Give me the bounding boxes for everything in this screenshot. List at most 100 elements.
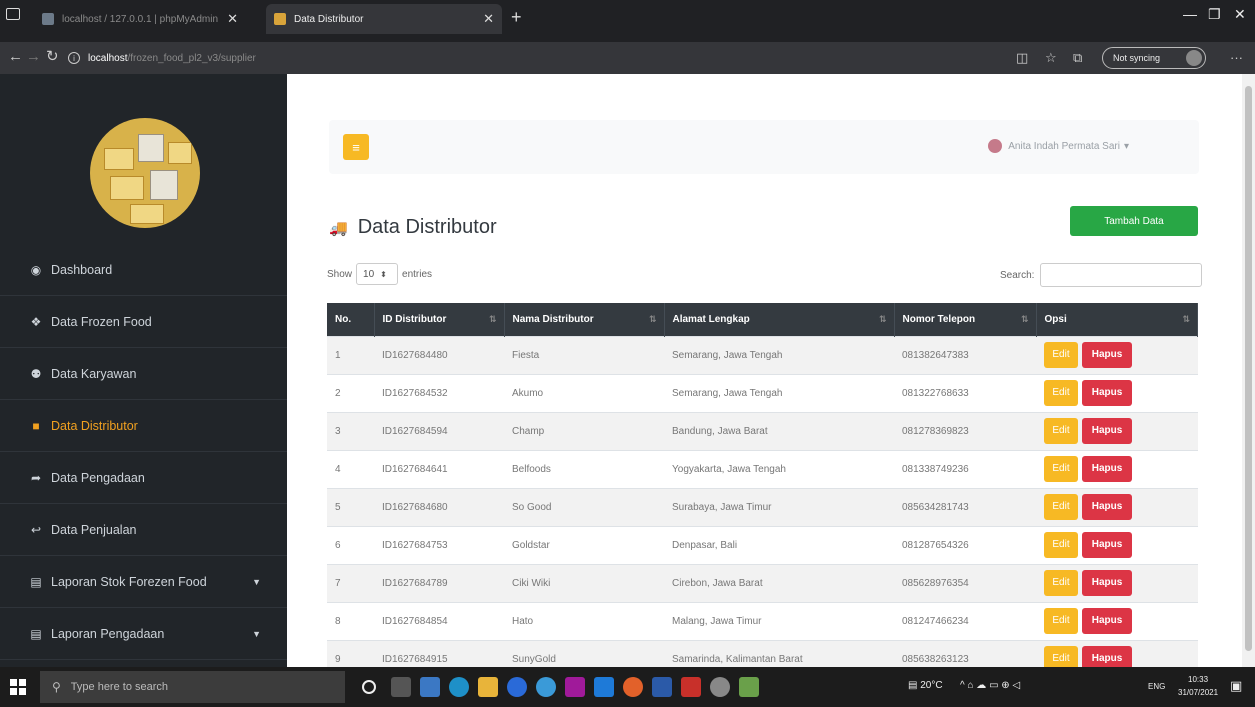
browser-tab-phpmyadmin[interactable]: localhost / 127.0.0.1 | phpMyAdmin ✕ [34, 6, 246, 32]
vscode-icon[interactable] [594, 677, 614, 697]
powerpoint-icon[interactable] [681, 677, 701, 697]
notification-icon[interactable]: ▣ [1230, 678, 1242, 694]
search-input[interactable] [1040, 263, 1203, 287]
delete-button[interactable]: Hapus [1082, 380, 1132, 406]
xampp-icon[interactable] [565, 677, 585, 697]
minimize-icon[interactable]: — [1183, 6, 1197, 22]
browser-icon[interactable] [507, 677, 527, 697]
column-header-telepon[interactable]: Nomor Telepon ⇅ [894, 303, 1037, 336]
url-field[interactable]: i localhost /frozen_food_pl2_v3/supplier [68, 48, 948, 68]
taskbar-clock[interactable]: 10:33 31/07/2021 [1178, 673, 1218, 699]
close-tab-icon[interactable]: ✕ [483, 11, 494, 27]
delete-button[interactable]: Hapus [1082, 532, 1132, 558]
reply-icon: ↩ [30, 522, 42, 537]
edit-button[interactable]: Edit [1044, 456, 1078, 482]
edge-icon[interactable] [449, 677, 469, 697]
cubes-icon: ❖ [30, 314, 42, 329]
delete-button[interactable]: Hapus [1082, 570, 1132, 596]
column-header-no[interactable]: No. [327, 303, 375, 336]
edit-button[interactable]: Edit [1044, 494, 1078, 520]
app-icon[interactable] [420, 677, 440, 697]
table-cell: ID1627684594 [374, 411, 504, 450]
edit-button[interactable]: Edit [1044, 380, 1078, 406]
column-header-alamat[interactable]: Alamat Lengkap ⇅ [664, 303, 895, 336]
settings-icon[interactable] [710, 677, 730, 697]
firefox-icon[interactable] [623, 677, 643, 697]
sidebar-item-data-distributor[interactable]: ■ Data Distributor [0, 400, 287, 452]
edit-button[interactable]: Edit [1044, 570, 1078, 596]
delete-button[interactable]: Hapus [1082, 456, 1132, 482]
forward-icon[interactable]: → [26, 49, 41, 65]
edit-button[interactable]: Edit [1044, 342, 1078, 368]
weather-widget[interactable]: ▤ 20°C [908, 680, 943, 691]
sidebar-item-data-karyawan[interactable]: ⚉ Data Karyawan [0, 348, 287, 400]
edit-button[interactable]: Edit [1044, 646, 1078, 667]
sidebar-item-laporan-pengadaan[interactable]: ▤ Laporan Pengadaan ▼ [0, 608, 287, 660]
column-header-id[interactable]: ID Distributor ⇅ [374, 303, 505, 336]
edit-button[interactable]: Edit [1044, 532, 1078, 558]
phpmyadmin-favicon-icon [42, 13, 54, 25]
task-view-icon[interactable] [391, 677, 411, 697]
delete-button[interactable]: Hapus [1082, 608, 1132, 634]
page-scrollbar[interactable] [1242, 74, 1255, 667]
table-cell: 085634281743 [894, 487, 1036, 526]
add-data-button[interactable]: Tambah Data [1070, 206, 1198, 236]
site-info-icon[interactable]: i [68, 52, 80, 64]
taskbar-search-box[interactable]: ⚲ Type here to search [40, 671, 345, 703]
tab-actions-icon[interactable] [6, 8, 20, 20]
maximize-icon[interactable]: ❐ [1208, 6, 1221, 23]
column-header-nama[interactable]: Nama Distributor ⇅ [504, 303, 665, 336]
edit-button[interactable]: Edit [1044, 418, 1078, 444]
cortana-icon[interactable] [362, 680, 376, 694]
file-explorer-icon[interactable] [478, 677, 498, 697]
read-aloud-icon[interactable]: ◫ [1016, 50, 1028, 66]
word-icon[interactable] [652, 677, 672, 697]
sidebar-item-label: Dashboard [51, 262, 113, 277]
delete-button[interactable]: Hapus [1082, 418, 1132, 444]
close-tab-icon[interactable]: ✕ [227, 11, 238, 27]
entries-value: 10 [363, 268, 375, 280]
profile-sync-button[interactable]: Not syncing [1102, 47, 1206, 69]
system-tray-icons[interactable]: ^ ⌂ ☁ ▭ ⊕ ◁ [960, 680, 1020, 691]
browser-tab-data-distributor[interactable]: Data Distributor ✕ [266, 4, 502, 34]
table-row: 8 ID1627684854 Hato Malang, Jawa Timur 08124… [327, 601, 1198, 640]
back-icon[interactable]: ← [8, 49, 23, 65]
more-options-icon[interactable]: ··· [1230, 50, 1243, 65]
scrollbar-thumb[interactable] [1245, 86, 1252, 651]
user-menu[interactable]: Anita Indah Permata Sari ▾ [988, 139, 1129, 153]
sidebar-item-data-frozen-food[interactable]: ❖ Data Frozen Food [0, 296, 287, 348]
brand-logo [90, 118, 200, 228]
entries-select[interactable]: 10 ⬍ [356, 263, 399, 285]
entries-label: entries [402, 268, 433, 280]
sidebar-toggle-button[interactable]: ≡ [343, 134, 369, 160]
file-icon: ▤ [30, 626, 42, 641]
tachometer-icon: ◉ [30, 262, 42, 277]
refresh-icon[interactable]: ↻ [46, 49, 59, 65]
site-favicon-icon [274, 13, 286, 25]
new-tab-icon[interactable]: + [511, 8, 522, 26]
sidebar-item-data-pengadaan[interactable]: ➦ Data Pengadaan [0, 452, 287, 504]
column-header-opsi[interactable]: Opsi ⇅ [1036, 303, 1198, 336]
main-content: ≡ Anita Indah Permata Sari ▾ 🚚 Data Dist… [287, 74, 1242, 667]
sidebar-item-dashboard[interactable]: ◉ Dashboard [0, 244, 287, 296]
caret-down-icon: ▼ [252, 628, 261, 639]
row-actions: Edit Hapus [1036, 601, 1198, 640]
sidebar-item-laporan-stok[interactable]: ▤ Laporan Stok Forezen Food ▼ [0, 556, 287, 608]
globe-icon[interactable] [536, 677, 556, 697]
edit-button[interactable]: Edit [1044, 608, 1078, 634]
delete-button[interactable]: Hapus [1082, 494, 1132, 520]
row-actions: Edit Hapus [1036, 449, 1198, 488]
language-indicator[interactable]: ENG [1148, 682, 1165, 691]
table-cell: Bandung, Jawa Barat [664, 411, 894, 450]
app-icon[interactable] [739, 677, 759, 697]
delete-button[interactable]: Hapus [1082, 646, 1132, 667]
table-cell: Denpasar, Bali [664, 525, 894, 564]
delete-button[interactable]: Hapus [1082, 342, 1132, 368]
sidebar: ◉ Dashboard ❖ Data Frozen Food ⚉ Data Ka… [0, 74, 287, 667]
close-window-icon[interactable]: ✕ [1234, 6, 1246, 23]
windows-taskbar: ⚲ Type here to search ▤ 20°C ^ ⌂ ☁ ▭ ⊕ ◁… [0, 667, 1255, 707]
collections-icon[interactable]: ⧉ [1073, 50, 1082, 66]
windows-start-icon[interactable] [10, 679, 26, 695]
sidebar-item-data-penjualan[interactable]: ↩ Data Penjualan [0, 504, 287, 556]
favorites-icon[interactable]: ☆ [1045, 50, 1057, 66]
